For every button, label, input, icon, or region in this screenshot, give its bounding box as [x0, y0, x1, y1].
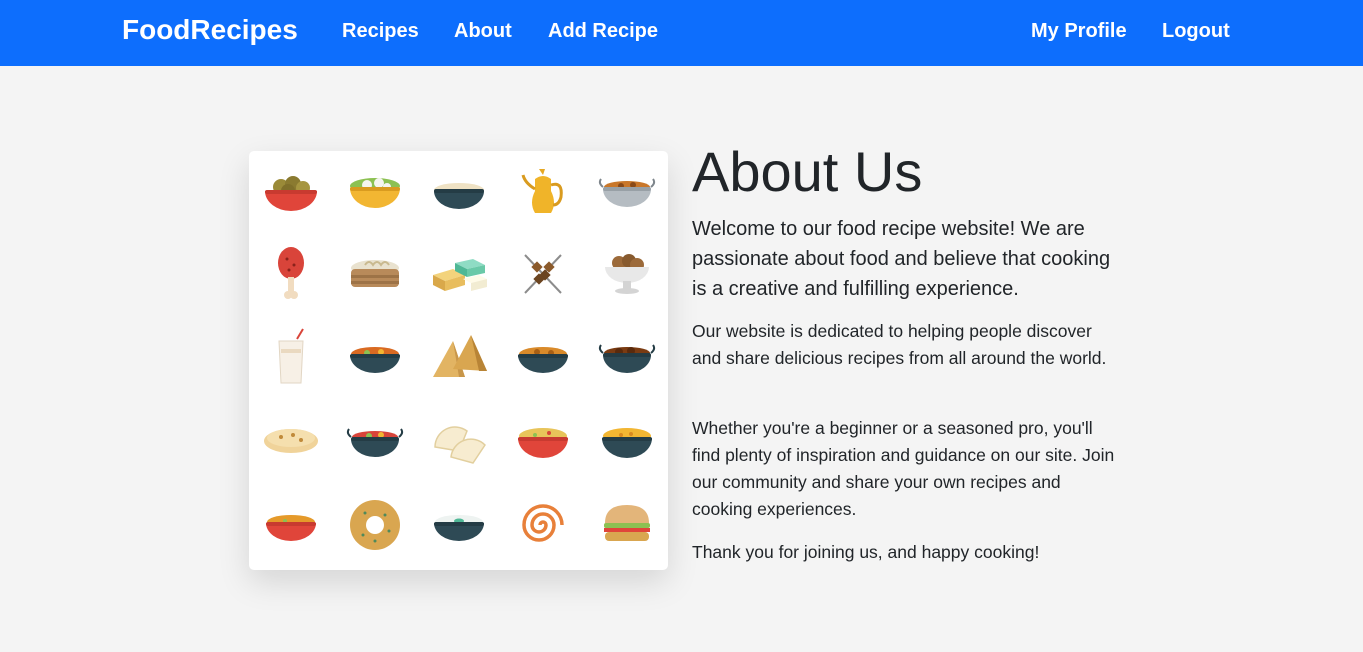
naan-bread-icon	[261, 411, 321, 471]
nav-link-recipes[interactable]: Recipes	[342, 20, 419, 43]
page-title: About Us	[692, 140, 923, 203]
about-paragraph-community: Whether you're a beginner or a seasoned …	[692, 418, 1115, 519]
bowl-raita-icon	[429, 495, 489, 555]
samosa-icon	[429, 327, 489, 387]
bowl-dumplings-icon	[345, 161, 405, 221]
nav-link-logout[interactable]: Logout	[1162, 20, 1230, 43]
bowl-lentils-icon	[513, 327, 573, 387]
jalebi-icon	[513, 495, 573, 555]
gujiya-icon	[429, 411, 489, 471]
navbar: FoodRecipes Recipes About Add Recipe My …	[0, 0, 1363, 66]
pot-tomato-curry-icon	[345, 411, 405, 471]
nav-link-about[interactable]: About	[454, 20, 512, 43]
nav-link-add-recipe[interactable]: Add Recipe	[548, 20, 658, 43]
steamer-basket-icon	[345, 243, 405, 303]
paneer-cubes-icon	[429, 243, 489, 303]
food-illustration-card	[249, 151, 668, 570]
intro-text: Welcome to our food recipe website! We a…	[692, 218, 1111, 300]
lassi-glass-icon	[261, 327, 321, 387]
pot-curry-icon	[597, 161, 657, 221]
bowl-meatballs-icon	[261, 161, 321, 221]
burger-icon	[597, 495, 657, 555]
bowl-biryani-icon	[513, 411, 573, 471]
pot-kofta-icon	[597, 327, 657, 387]
brand-logo[interactable]: FoodRecipes	[122, 14, 298, 46]
bowl-rice-icon	[597, 411, 657, 471]
teapot-icon	[513, 161, 573, 221]
sweets-bowl-icon	[597, 243, 657, 303]
bowl-dal-icon	[261, 495, 321, 555]
bowl-stew-icon	[345, 327, 405, 387]
chicken-leg-icon	[261, 243, 321, 303]
donut-icon	[345, 495, 405, 555]
bowl-porridge-icon	[429, 161, 489, 221]
about-paragraph-mission: Our website is dedicated to helping peop…	[692, 321, 1107, 368]
about-paragraph-thanks: Thank you for joining us, and happy cook…	[692, 542, 1040, 562]
nav-link-my-profile[interactable]: My Profile	[1031, 20, 1127, 43]
skewers-icon	[513, 243, 573, 303]
